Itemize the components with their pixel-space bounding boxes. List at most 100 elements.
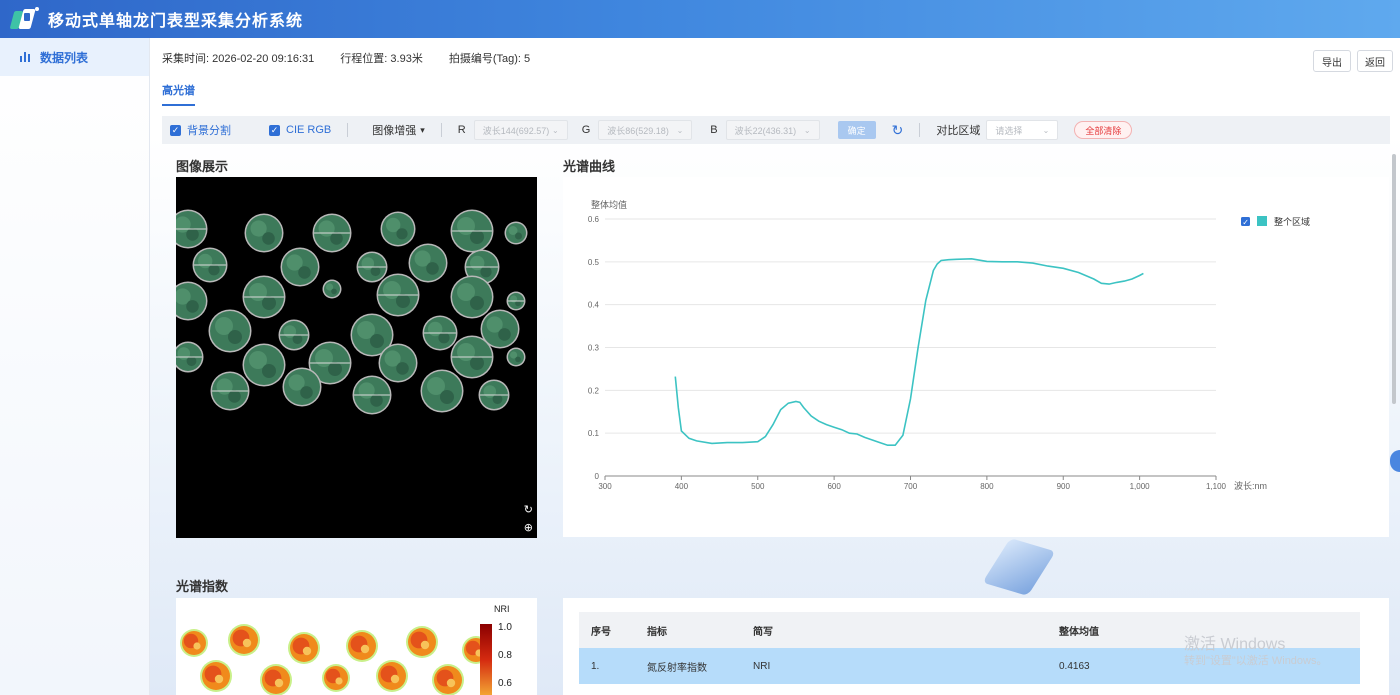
x-tick-label: 600 bbox=[827, 482, 841, 491]
capture-tag: 拍摄编号(Tag): 5 bbox=[448, 53, 531, 65]
index-blob bbox=[376, 660, 408, 692]
plant-canopy bbox=[242, 343, 286, 387]
hyperspectral-image[interactable]: ↻ ⊕ bbox=[176, 177, 537, 538]
plant-canopy bbox=[378, 343, 418, 383]
background-seg-checkbox[interactable]: ✓ 背景分割 bbox=[170, 122, 231, 138]
colorbar bbox=[480, 624, 492, 695]
chevron-down-icon: ⌄ bbox=[803, 125, 811, 135]
chevron-down-icon: ⌄ bbox=[1042, 125, 1050, 135]
index-blob bbox=[228, 624, 260, 656]
plant-canopy bbox=[192, 247, 228, 283]
tab-hyperspectral[interactable]: 高光谱 bbox=[162, 82, 195, 106]
legend-label: 整个区域 bbox=[1274, 216, 1310, 227]
x-tick-label: 300 bbox=[598, 482, 612, 491]
chevron-down-icon: ⌄ bbox=[552, 125, 559, 135]
plant-canopy bbox=[208, 309, 252, 353]
y-tick-label: 0.6 bbox=[588, 215, 600, 224]
sidebar-item-label: 数据列表 bbox=[40, 50, 89, 65]
colorbar-title: NRI bbox=[494, 604, 510, 614]
y-tick-label: 0 bbox=[595, 472, 600, 481]
plant-canopy bbox=[312, 213, 352, 253]
spectral-chart-svg: 整体均值 0 0.1 0.2 0.3 0.4 0.5 0.6 300 400 500 600 700 80… bbox=[588, 199, 1310, 491]
g-band-select[interactable]: 波长86(529.18) ⌄ bbox=[598, 120, 693, 140]
section-title-index: 光谱指数 bbox=[176, 579, 229, 594]
sidebar-item-data-list[interactable]: 数据列表 bbox=[0, 38, 149, 76]
x-tick-label: 700 bbox=[904, 482, 918, 491]
x-axis-label: 波长:nm bbox=[1234, 480, 1267, 491]
plant-canopy bbox=[278, 319, 310, 351]
plant-canopy bbox=[376, 273, 420, 317]
app-logo-icon bbox=[9, 7, 42, 31]
legend-swatch bbox=[1257, 216, 1267, 226]
b-label: B bbox=[710, 124, 718, 136]
rotate-icon[interactable]: ↻ bbox=[524, 503, 533, 516]
b-band-select[interactable]: 波长22(436.31) ⌄ bbox=[725, 120, 820, 140]
r-label: R bbox=[457, 124, 466, 136]
y-tick-label: 0.4 bbox=[588, 301, 600, 310]
plant-canopy bbox=[408, 243, 448, 283]
decorative-shape bbox=[982, 538, 1056, 596]
checkbox-checked-icon: ✓ bbox=[170, 124, 181, 136]
spectral-chart: 整体均值 0 0.1 0.2 0.3 0.4 0.5 0.6 300 400 500 600 700 80… bbox=[563, 177, 1389, 537]
r-band-select[interactable]: 波长144(692.57) ⌄ bbox=[473, 120, 568, 140]
export-button[interactable]: 导出 bbox=[1313, 50, 1351, 72]
plant-canopy bbox=[380, 211, 416, 247]
plant-canopy bbox=[450, 275, 494, 319]
plant-canopy bbox=[244, 213, 284, 253]
index-blob bbox=[180, 629, 208, 657]
plant-canopy bbox=[176, 209, 208, 249]
x-tick-label: 400 bbox=[675, 482, 689, 491]
checkbox-checked-icon: ✓ bbox=[269, 124, 280, 136]
plant-canopy bbox=[422, 315, 458, 351]
index-blob bbox=[288, 632, 320, 664]
side-drawer-handle[interactable] bbox=[1390, 450, 1400, 472]
index-blob bbox=[346, 630, 378, 662]
index-blob bbox=[322, 664, 350, 692]
clear-all-button[interactable]: 全部清除 bbox=[1074, 121, 1133, 139]
colorbar-tick-label: 0.8 bbox=[498, 650, 512, 661]
plant-canopy bbox=[420, 369, 464, 413]
y-tick-label: 0.5 bbox=[588, 258, 600, 267]
back-button[interactable]: 返回 bbox=[1357, 50, 1393, 72]
plant-canopy bbox=[506, 347, 526, 367]
windows-activation-watermark: 激活 Windows bbox=[1184, 636, 1286, 653]
plant-canopy bbox=[176, 341, 204, 373]
image-enhance-dropdown[interactable]: 图像增强 ▾ bbox=[372, 122, 425, 138]
app-title: 移动式单轴龙门表型采集分析系统 bbox=[48, 13, 304, 30]
index-blob bbox=[432, 664, 464, 695]
index-heatmap: NRI 1.0 0.8 0.6 bbox=[180, 604, 512, 695]
plant-canopy bbox=[352, 375, 392, 415]
plant-canopy bbox=[280, 247, 320, 287]
vertical-scrollbar[interactable] bbox=[1392, 154, 1396, 404]
confirm-button[interactable]: 确定 bbox=[837, 121, 876, 139]
x-tick-label: 500 bbox=[751, 482, 765, 491]
chevron-down-icon: ⌄ bbox=[676, 125, 684, 135]
plant-canopy bbox=[478, 379, 510, 411]
spectral-index-image: NRI 1.0 0.8 0.6 bbox=[176, 598, 537, 695]
y-tick-label: 0.2 bbox=[588, 386, 600, 395]
plant-canopy bbox=[322, 279, 342, 299]
colorbar-tick-label: 0.6 bbox=[498, 678, 512, 689]
x-tick-label: 1,100 bbox=[1206, 482, 1227, 491]
refresh-icon[interactable]: ↻ bbox=[892, 122, 904, 139]
x-tick-label: 900 bbox=[1057, 482, 1071, 491]
plant-canopy bbox=[504, 221, 528, 245]
toolbar: ✓ 背景分割 ✓ CIE RGB 图像增强 ▾ R 波长144(692.57) ⌄… bbox=[162, 116, 1390, 144]
plant-canopy bbox=[450, 335, 494, 379]
series-line-0 bbox=[674, 257, 1144, 447]
cie-rgb-checkbox[interactable]: ✓ CIE RGB bbox=[269, 124, 331, 136]
chevron-down-icon: ▾ bbox=[420, 124, 425, 135]
y-tick-label: 0.1 bbox=[588, 429, 600, 438]
bar-chart-icon bbox=[20, 52, 32, 62]
windows-activation-watermark-sub: 转到"设置"以激活 Windows。 bbox=[1184, 655, 1328, 667]
app-header: 移动式单轴龙门表型采集分析系统 bbox=[0, 0, 1400, 38]
y-axis-label: 整体均值 bbox=[591, 199, 627, 210]
capture-position: 行程位置: 3.93米 bbox=[340, 53, 423, 65]
plant-canopy bbox=[450, 209, 494, 253]
y-tick-label: 0.3 bbox=[588, 344, 600, 353]
index-blob bbox=[406, 626, 438, 658]
x-tick-label: 1,000 bbox=[1130, 482, 1151, 491]
compare-region-select[interactable]: 请选择 ⌄ bbox=[986, 120, 1059, 140]
zoom-in-icon[interactable]: ⊕ bbox=[524, 521, 533, 534]
section-title-image: 图像展示 bbox=[176, 159, 229, 174]
